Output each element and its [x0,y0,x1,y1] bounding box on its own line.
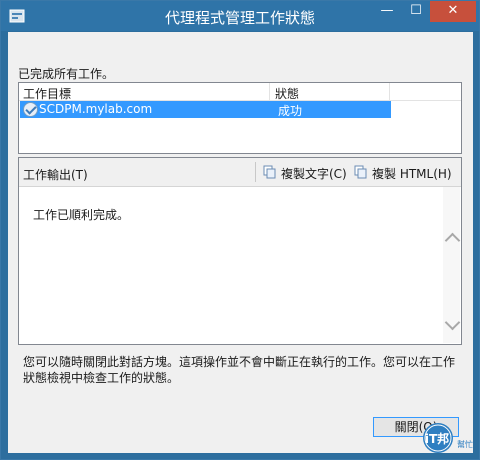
dialog-window: 代理程式管理工作狀態 — ☐ ✕ 已完成所有工作。 工作目標 狀態 SCDPM.… [0,0,480,460]
copy-html-label: 複製 HTML(H) [372,167,452,181]
column-divider[interactable] [389,83,390,100]
task-list-header: 工作目標 狀態 [19,83,461,101]
watermark-text-1: iT邦 [425,431,449,446]
copy-text-button[interactable]: 複製文字(C) [263,164,353,181]
scroll-up-icon[interactable] [444,232,461,249]
success-check-icon [23,102,38,117]
copy-icon [354,165,367,179]
task-row-selected[interactable]: SCDPM.mylab.com 成功 [20,101,391,118]
task-status: 成功 [278,104,303,118]
maximize-button[interactable]: ☐ [402,1,430,22]
minimize-button[interactable]: — [373,1,401,22]
column-header-status[interactable]: 狀態 [275,85,299,102]
output-toolbar: 工作輸出(T) 複製文字(C) 複製 HTML(H) [19,158,461,187]
output-text: 工作已順利完成。 [33,208,130,222]
copy-icon [263,165,276,179]
ithelp-watermark-logo: iT邦 幫忙 [423,423,473,453]
output-label: 工作輸出(T) [23,168,88,182]
column-header-target[interactable]: 工作目標 [23,85,71,102]
close-window-button[interactable]: ✕ [430,1,476,22]
dialog-body: 已完成所有工作。 工作目標 狀態 SCDPM.mylab.com 成功 工作輸出… [8,32,473,453]
status-message: 已完成所有工作。 [18,67,115,81]
output-scrollbar[interactable] [443,187,461,343]
copy-html-button[interactable]: 複製 HTML(H) [354,164,454,181]
title-bar[interactable]: 代理程式管理工作狀態 — ☐ ✕ [1,1,479,31]
copy-text-label: 複製文字(C) [281,167,347,181]
toolbar-divider [255,162,256,182]
task-target: SCDPM.mylab.com [39,102,153,116]
scroll-down-icon[interactable] [444,314,461,331]
output-panel: 工作輸出(T) 複製文字(C) 複製 HTML(H) 工作已順利完成。 [18,157,462,345]
notice-text: 您可以隨時關閉此對話方塊。這項操作並不會中斷正在執行的工作。您可以在工作狀態檢視… [23,355,456,385]
column-divider[interactable] [269,83,270,100]
task-list[interactable]: 工作目標 狀態 SCDPM.mylab.com 成功 [18,82,462,154]
watermark-text-2: 幫忙 [457,439,473,449]
